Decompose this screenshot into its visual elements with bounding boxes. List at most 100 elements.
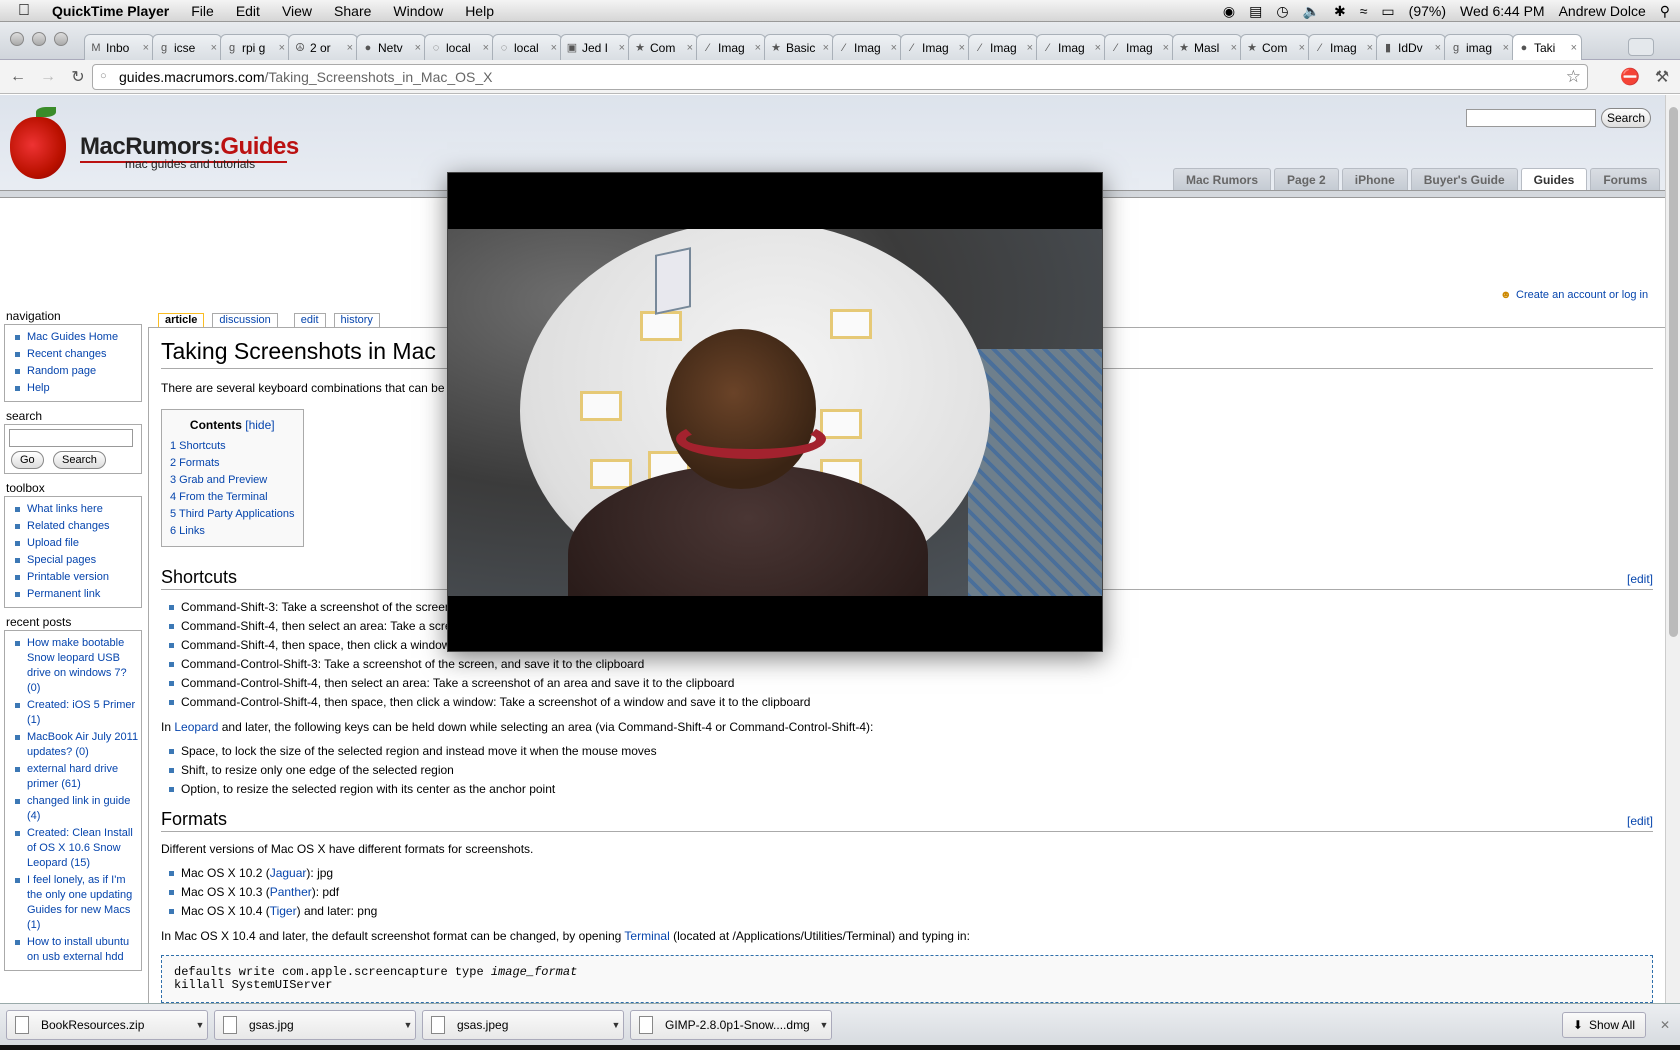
help-menu[interactable]: Help [465, 3, 494, 19]
tab-close-icon[interactable]: × [619, 42, 625, 54]
toc-link[interactable]: 1 Shortcuts [170, 440, 226, 452]
page-info-icon[interactable]: ○ [100, 70, 107, 82]
download-item[interactable]: GIMP-2.8.0p1-Snow....dmg ▼ [630, 1010, 832, 1040]
zoom-window-button[interactable] [54, 32, 68, 46]
toc-link[interactable]: 4 From the Terminal [170, 491, 268, 503]
tab-close-icon[interactable]: × [1027, 42, 1033, 54]
share-menu[interactable]: Share [334, 3, 371, 19]
bluetooth-icon[interactable]: ✱ [1334, 3, 1346, 20]
navigation-link[interactable]: Mac Guides Home [27, 331, 118, 343]
volume-icon[interactable]: 🔈 [1303, 3, 1320, 20]
toolbox-link[interactable]: Permanent link [27, 588, 100, 600]
adblock-icon[interactable]: ⛔ [1620, 67, 1640, 87]
close-window-button[interactable] [10, 32, 24, 46]
browser-tab[interactable]: ◌ local × [424, 34, 494, 60]
edit-menu[interactable]: Edit [236, 3, 260, 19]
navigation-link[interactable]: Help [27, 382, 50, 394]
download-item[interactable]: BookResources.zip ▼ [6, 1010, 208, 1040]
tab-close-icon[interactable]: × [551, 42, 557, 54]
tab-close-icon[interactable]: × [891, 42, 897, 54]
format-link[interactable]: Tiger [270, 904, 297, 918]
navigation-link[interactable]: Random page [27, 365, 96, 377]
tab-close-icon[interactable]: × [1163, 42, 1169, 54]
recent-post-link[interactable]: Created: iOS 5 Primer [27, 699, 135, 711]
file-menu[interactable]: File [191, 3, 214, 19]
back-icon[interactable]: ← [6, 68, 30, 86]
leopard-link[interactable]: Leopard [174, 720, 218, 734]
tab-close-icon[interactable]: × [211, 42, 217, 54]
tab-close-icon[interactable]: × [959, 42, 965, 54]
toolbox-link[interactable]: What links here [27, 503, 103, 515]
download-menu-icon[interactable]: ▼ [609, 1020, 623, 1030]
toc-link[interactable]: 3 Grab and Preview [170, 474, 267, 486]
scrollbar-thumb[interactable] [1669, 107, 1678, 637]
site-tab-buyer-s-guide[interactable]: Buyer's Guide [1410, 168, 1518, 190]
tab-close-icon[interactable]: × [1299, 42, 1305, 54]
tab-close-icon[interactable]: × [1367, 42, 1373, 54]
tab-edit[interactable]: edit [293, 313, 326, 327]
browser-tab[interactable]: ◌ local × [492, 34, 562, 60]
edit-shortcuts-link[interactable]: [edit] [1627, 567, 1653, 591]
site-tab-guides[interactable]: Guides [1520, 168, 1588, 190]
download-item[interactable]: gsas.jpeg ▼ [422, 1010, 624, 1040]
tab-close-icon[interactable]: × [1435, 42, 1441, 54]
site-tab-iphone[interactable]: iPhone [1341, 168, 1408, 190]
toolbox-link[interactable]: Printable version [27, 571, 109, 583]
toc-link[interactable]: 5 Third Party Applications [170, 508, 295, 520]
site-search-input[interactable] [1466, 109, 1596, 127]
tab-close-icon[interactable]: × [755, 42, 761, 54]
tab-close-icon[interactable]: × [415, 42, 421, 54]
browser-tab[interactable]: ⁄ Imag × [900, 34, 970, 60]
macrumors-apple-logo[interactable] [10, 107, 66, 179]
clock[interactable]: Wed 6:44 PM [1460, 3, 1545, 19]
quicktime-video-window[interactable]: 4x [447, 172, 1103, 652]
new-tab-button[interactable] [1628, 38, 1654, 56]
tab-close-icon[interactable]: × [1503, 42, 1509, 54]
recent-post-link[interactable]: How to install ubuntu on usb external hd… [27, 936, 129, 963]
recent-post-link[interactable]: I feel lonely, as if I'm the only one up… [27, 874, 132, 916]
battery-icon[interactable]: ▭ [1381, 3, 1394, 20]
browser-tab[interactable]: ★ Basic × [764, 34, 834, 60]
reload-icon[interactable]: ↻ [66, 67, 90, 87]
browser-tab[interactable]: ☮ 2 or × [288, 34, 358, 60]
browser-tab[interactable]: ⁄ Imag × [1036, 34, 1106, 60]
format-link[interactable]: Panther [270, 885, 312, 899]
close-downloads-icon[interactable]: ✕ [1660, 1018, 1670, 1032]
tab-history[interactable]: history [333, 313, 380, 327]
toc-hide-link[interactable]: [hide] [245, 418, 274, 432]
browser-tab[interactable]: ★ Com × [628, 34, 698, 60]
download-menu-icon[interactable]: ▼ [817, 1020, 831, 1030]
browser-tab[interactable]: ★ Masl × [1172, 34, 1242, 60]
browser-tab[interactable]: ⁄ Imag × [832, 34, 902, 60]
wifi-icon[interactable]: ≈ [1360, 3, 1368, 19]
tab-close-icon[interactable]: × [347, 42, 353, 54]
tab-close-icon[interactable]: × [1095, 42, 1101, 54]
browser-tab[interactable]: ⁄ Imag × [696, 34, 766, 60]
window-menu[interactable]: Window [393, 3, 443, 19]
forward-icon[interactable]: → [36, 68, 60, 86]
tab-close-icon[interactable]: × [1231, 42, 1237, 54]
browser-tab[interactable]: ★ Com × [1240, 34, 1310, 60]
browser-tab[interactable]: ⁄ Imag × [1104, 34, 1174, 60]
edit-formats-link[interactable]: [edit] [1627, 809, 1653, 833]
page-scrollbar[interactable] [1665, 95, 1680, 1003]
go-button[interactable]: Go [11, 451, 44, 469]
show-all-downloads-button[interactable]: ⬇ Show All [1561, 1012, 1646, 1038]
browser-tab[interactable]: ● Taki × [1512, 34, 1582, 60]
browser-tab[interactable]: ▣ Jed I × [560, 34, 630, 60]
minimize-window-button[interactable] [32, 32, 46, 46]
terminal-icon[interactable]: ▤ [1249, 3, 1262, 20]
toc-link[interactable]: 6 Links [170, 525, 205, 537]
sidebar-search-input[interactable] [9, 429, 133, 447]
time-machine-icon[interactable]: ◷ [1276, 3, 1288, 20]
tab-close-icon[interactable]: × [687, 42, 693, 54]
tab-discussion[interactable]: discussion [212, 313, 278, 327]
robot-icon[interactable]: ◉ [1223, 3, 1235, 20]
tab-close-icon[interactable]: × [823, 42, 829, 54]
toolbox-link[interactable]: Related changes [27, 520, 110, 532]
site-tab-forums[interactable]: Forums [1590, 168, 1661, 190]
tab-article[interactable]: article [158, 313, 205, 327]
recent-post-link[interactable]: How make bootable Snow leopard USB drive… [27, 637, 127, 679]
browser-tab[interactable]: g imag × [1444, 34, 1514, 60]
toolbox-link[interactable]: Special pages [27, 554, 96, 566]
